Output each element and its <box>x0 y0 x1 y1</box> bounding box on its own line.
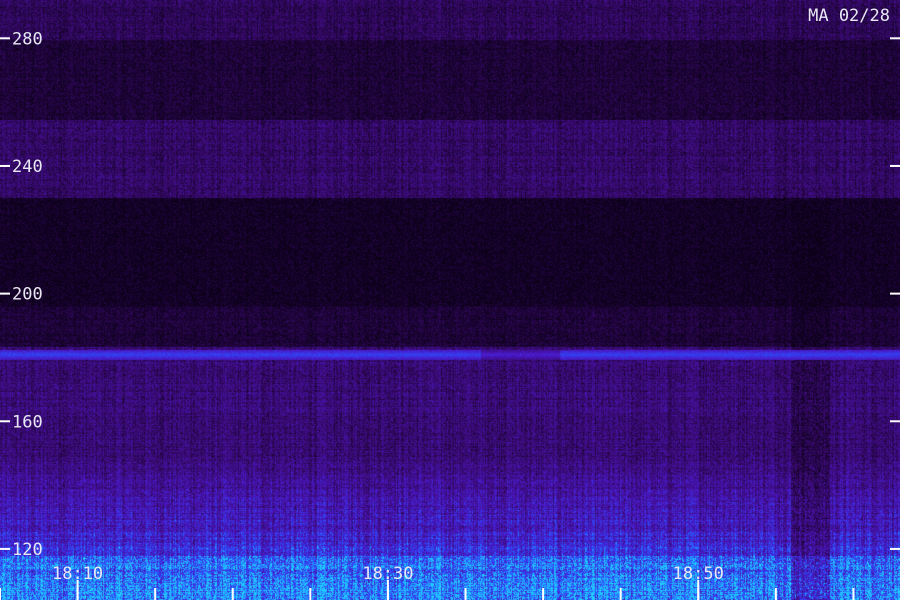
y-tick-label: 160 <box>12 412 43 432</box>
y-tick-label: 200 <box>12 285 43 305</box>
y-tick-label: 120 <box>12 540 43 560</box>
x-tick-label: 18:30 <box>362 564 413 584</box>
spectrogram-chart: 120 160 200 240 280 18:10 18:30 18:50 MA 02/28 <box>0 0 900 600</box>
x-tick-label: 18:50 <box>673 564 724 584</box>
y-tick-label: 240 <box>12 157 43 177</box>
date-stamp: MA 02/28 <box>808 6 890 26</box>
chart-axes: 120 160 200 240 280 18:10 18:30 18:50 <box>0 29 900 600</box>
x-tick-label: 18:10 <box>52 564 103 584</box>
y-tick-label: 280 <box>12 29 43 49</box>
